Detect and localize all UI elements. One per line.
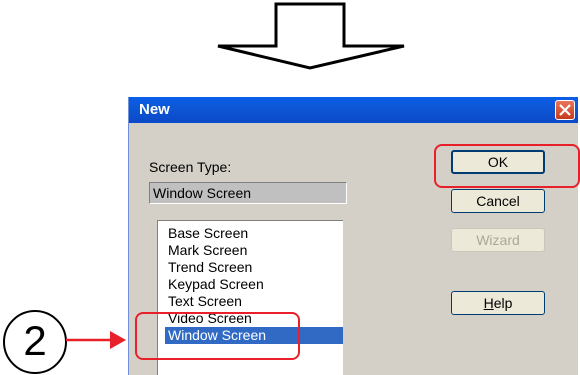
list-item-mark-screen[interactable]: Mark Screen (165, 242, 343, 259)
cancel-button[interactable]: Cancel (451, 189, 545, 213)
list-item-text-screen[interactable]: Text Screen (165, 293, 343, 310)
help-button[interactable]: Help (451, 291, 545, 315)
wizard-button[interactable]: Wizard (451, 228, 545, 252)
pointer-arrow-icon (66, 331, 126, 349)
list-item-base-screen[interactable]: Base Screen (165, 225, 343, 242)
window-screen-highlight (135, 312, 300, 360)
dialog-title: New (139, 101, 170, 118)
list-item-trend-screen[interactable]: Trend Screen (165, 259, 343, 276)
list-item-keypad-screen[interactable]: Keypad Screen (165, 276, 343, 293)
help-label-rest: elp (493, 295, 513, 311)
screen-type-label: Screen Type: (149, 159, 232, 175)
close-button[interactable] (555, 100, 575, 120)
down-arrow-icon (217, 2, 405, 70)
ok-highlight (434, 144, 580, 188)
title-bar: New (129, 97, 578, 123)
close-icon (559, 104, 571, 116)
step-number-badge: 2 (3, 310, 67, 374)
help-mnemonic: H (483, 295, 494, 311)
screen-type-field: Window Screen (149, 182, 347, 204)
